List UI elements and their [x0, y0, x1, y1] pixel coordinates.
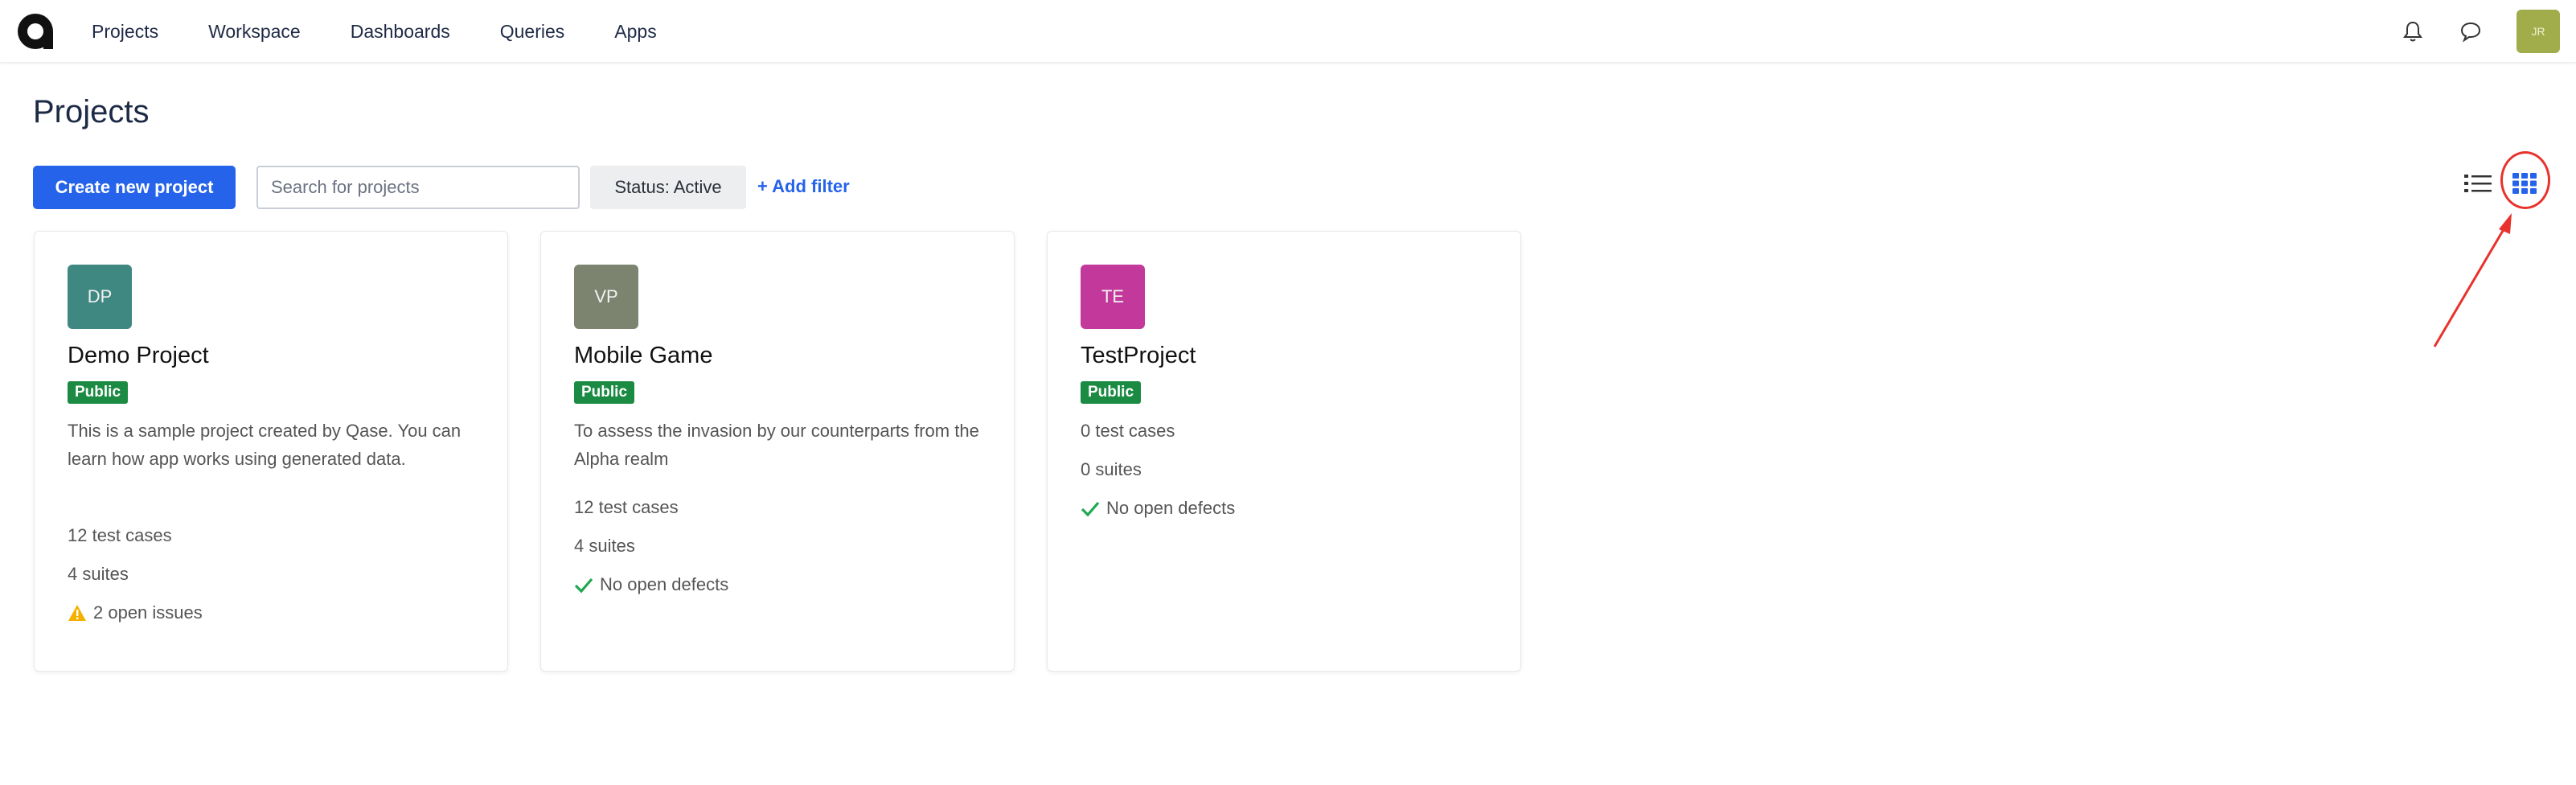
annotation-circle — [2500, 151, 2550, 209]
project-avatar: VP — [574, 265, 638, 329]
nav-apps[interactable]: Apps — [614, 21, 656, 43]
bell-icon[interactable] — [2401, 19, 2425, 43]
search-input[interactable] — [256, 166, 580, 209]
defects-status: 2 open issues — [68, 602, 203, 623]
annotation-arrow-icon — [2433, 213, 2512, 347]
user-avatar[interactable]: JR — [2517, 10, 2560, 53]
nav-projects[interactable]: Projects — [92, 21, 158, 43]
project-name[interactable]: TestProject — [1081, 343, 1196, 369]
qase-logo-icon[interactable] — [16, 11, 56, 51]
project-description: This is a sample project created by Qase… — [68, 421, 461, 469]
project-card-mobile-game[interactable]: VP Mobile Game Public To assess the inva… — [540, 231, 1015, 672]
status-filter-chip[interactable]: Status: Active — [590, 166, 746, 209]
defects-status: No open defects — [574, 574, 728, 595]
defects-label: No open defects — [1106, 498, 1236, 518]
suites-count: 4 suites — [68, 564, 129, 584]
warning-icon — [68, 605, 86, 621]
check-icon — [1081, 501, 1100, 517]
suites-count: 0 suites — [1081, 459, 1142, 479]
test-cases-count: 12 test cases — [68, 525, 172, 545]
list-view-icon[interactable] — [2463, 171, 2492, 195]
visibility-badge: Public — [574, 381, 635, 404]
nav-queries[interactable]: Queries — [500, 21, 565, 43]
main-nav: Projects Workspace Dashboards Queries Ap… — [92, 0, 707, 63]
test-cases-count: 0 test cases — [1081, 421, 1175, 441]
nav-workspace[interactable]: Workspace — [208, 21, 301, 43]
nav-dashboards[interactable]: Dashboards — [351, 21, 450, 43]
project-avatar: TE — [1081, 265, 1145, 329]
add-filter-link[interactable]: + Add filter — [757, 176, 850, 197]
chat-icon[interactable] — [2459, 19, 2483, 43]
test-cases-count: 12 test cases — [574, 497, 679, 517]
project-avatar: DP — [68, 265, 132, 329]
page-title: Projects — [33, 94, 150, 129]
project-name[interactable]: Mobile Game — [574, 343, 712, 369]
visibility-badge: Public — [68, 381, 129, 404]
project-card-demo-project[interactable]: DP Demo Project Public This is a sample … — [34, 231, 508, 672]
project-name[interactable]: Demo Project — [68, 343, 209, 369]
defects-label: No open defects — [600, 574, 729, 594]
top-navigation-bar: Projects Workspace Dashboards Queries Ap… — [0, 0, 2576, 63]
visibility-badge: Public — [1081, 381, 1142, 404]
check-icon — [574, 577, 593, 594]
project-card-testproject[interactable]: TE TestProject Public 0 test cases 0 sui… — [1047, 231, 1521, 672]
suites-count: 4 suites — [574, 536, 635, 556]
create-project-button[interactable]: Create new project — [33, 166, 236, 209]
defects-label: 2 open issues — [93, 602, 203, 623]
defects-status: No open defects — [1081, 498, 1235, 519]
top-right-actions: JR — [2401, 10, 2560, 53]
project-description: To assess the invasion by our counterpar… — [574, 421, 979, 469]
